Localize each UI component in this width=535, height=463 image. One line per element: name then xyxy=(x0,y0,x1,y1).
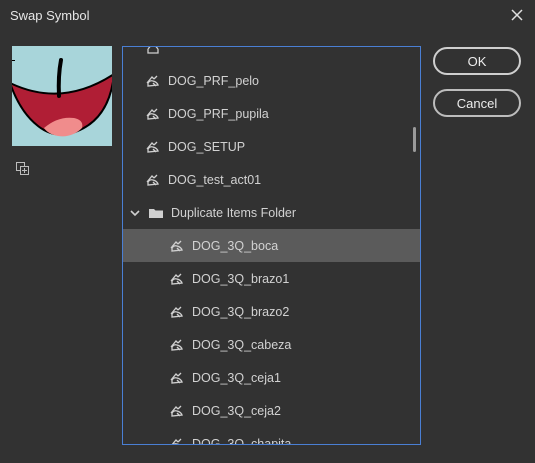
symbol-preview xyxy=(12,46,112,146)
list-item-label: DOG_3Q_cabeza xyxy=(192,337,292,352)
list-item-label: Duplicate Items Folder xyxy=(171,205,297,220)
graphic-symbol-icon xyxy=(171,438,182,444)
list-item[interactable]: DOG_3Q_ceja2 xyxy=(123,394,420,427)
list-item-label: DOG_3Q_brazo1 xyxy=(192,271,290,286)
window-title: Swap Symbol xyxy=(10,8,90,23)
list-item[interactable]: DOG_3Q_chapita xyxy=(123,427,420,445)
list-item[interactable]: DOG_PRF_pelo xyxy=(123,64,420,97)
graphic-symbol-icon xyxy=(146,75,159,87)
graphic-symbol-icon xyxy=(170,372,183,384)
list-item-label: DOG_SETUP xyxy=(168,139,246,154)
list-scrollbar-thumb[interactable] xyxy=(413,127,416,152)
cancel-button[interactable]: Cancel xyxy=(433,89,521,117)
list-item[interactable]: DOG_3Q_brazo2 xyxy=(123,295,420,328)
folder-icon xyxy=(149,208,163,218)
close-button[interactable] xyxy=(505,4,529,26)
graphic-symbol-icon xyxy=(170,240,183,252)
graphic-symbol-icon xyxy=(170,306,183,318)
graphic-symbol-icon xyxy=(147,47,159,54)
close-icon xyxy=(511,9,523,21)
graphic-symbol-icon xyxy=(146,174,159,186)
graphic-symbol-icon xyxy=(170,339,183,351)
mouth-graphic xyxy=(12,58,112,137)
title-bar: Swap Symbol xyxy=(0,0,535,31)
chevron-down-icon xyxy=(130,209,140,216)
symbol-list[interactable]: DOG_PRF_pelo DOG_PRF_pupila DOG_SETUP DOG_t… xyxy=(122,46,421,445)
list-item-label: DOG_PRF_pelo xyxy=(168,73,260,88)
list-item[interactable]: DOG_3Q_brazo1 xyxy=(123,262,420,295)
list-item-label: DOG_3Q_chapita xyxy=(192,436,292,445)
list-item-label: DOG_3Q_ceja1 xyxy=(192,370,281,385)
graphic-symbol-icon xyxy=(170,405,183,417)
list-item[interactable]: DOG_3Q_cabeza xyxy=(123,328,420,361)
list-item-label: DOG_3Q_boca xyxy=(192,238,279,253)
list-item-label: DOG_3Q_ceja2 xyxy=(192,403,281,418)
graphic-symbol-icon xyxy=(170,273,183,285)
ok-button[interactable]: OK xyxy=(433,47,521,75)
list-item[interactable]: DOG_SETUP xyxy=(123,130,420,163)
list-item[interactable]: DOG_3Q_boca xyxy=(123,229,420,262)
library-button[interactable] xyxy=(16,162,30,176)
graphic-symbol-icon xyxy=(146,108,159,120)
list-item[interactable]: DOG_PRF_pupila xyxy=(123,97,420,130)
list-item-partial[interactable] xyxy=(123,47,420,64)
folder-item[interactable]: Duplicate Items Folder xyxy=(123,196,420,229)
library-icon xyxy=(16,162,29,175)
graphic-symbol-icon xyxy=(146,141,159,153)
list-item-label: DOG_test_act01 xyxy=(168,172,262,187)
list-item-label: DOG_3Q_brazo2 xyxy=(192,304,290,319)
list-item[interactable]: DOG_test_act01 xyxy=(123,163,420,196)
list-item[interactable]: DOG_3Q_ceja1 xyxy=(123,361,420,394)
list-item-label: DOG_PRF_pupila xyxy=(168,106,269,121)
